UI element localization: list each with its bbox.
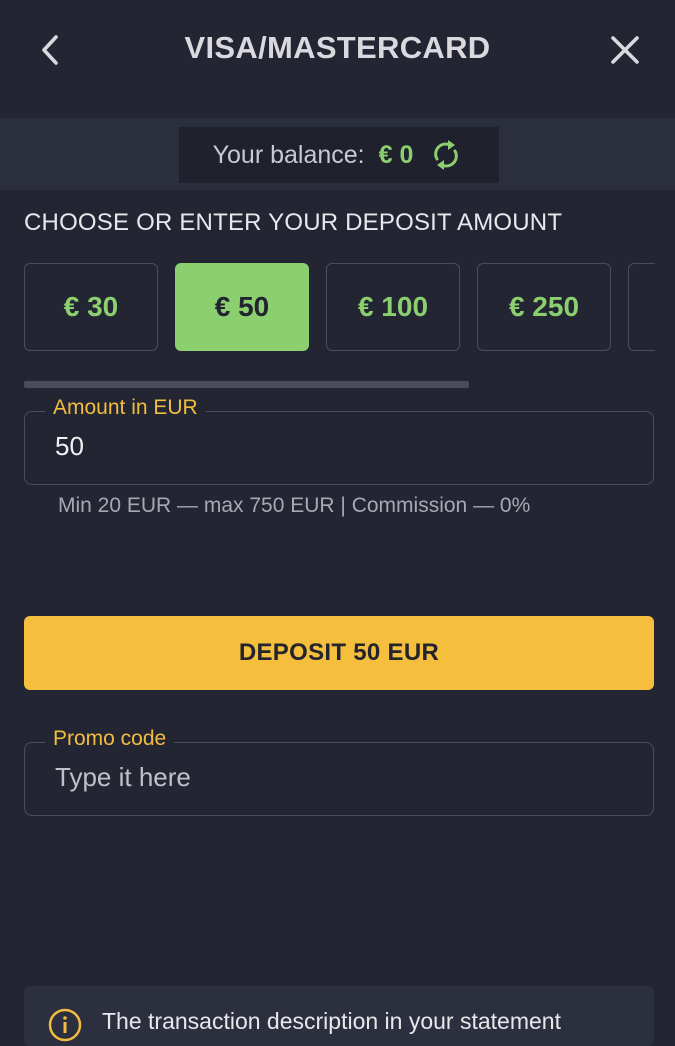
amount-field-label: Amount in EUR	[45, 396, 206, 420]
balance-value: € 0	[378, 140, 414, 169]
amount-hint: Min 20 EUR — max 750 EUR | Commission — …	[58, 494, 531, 517]
header: VISA/MASTERCARD	[0, 0, 675, 118]
amount-chip-30[interactable]: € 30	[24, 263, 158, 351]
amount-field: Amount in EUR	[24, 396, 654, 485]
promo-field: Promo code	[24, 727, 654, 816]
balance-box: Your balance: € 0	[179, 127, 499, 183]
amount-chip-50[interactable]: € 50	[175, 263, 309, 351]
amount-chip-250[interactable]: € 250	[477, 263, 611, 351]
deposit-button[interactable]: DEPOSIT 50 EUR	[24, 616, 654, 690]
amount-input[interactable]	[53, 430, 617, 463]
promo-field-label: Promo code	[45, 727, 175, 751]
close-button[interactable]	[603, 28, 647, 72]
info-icon	[48, 1008, 82, 1042]
notice-text: The transaction description in your stat…	[102, 1008, 561, 1034]
promo-input[interactable]	[53, 761, 617, 794]
page-title: VISA/MASTERCARD	[184, 30, 491, 65]
amount-chips: € 30 € 50 € 100 € 250	[24, 263, 655, 353]
deposit-section-title: CHOOSE OR ENTER YOUR DEPOSIT AMOUNT	[24, 209, 563, 236]
chips-scrollbar[interactable]	[24, 381, 469, 388]
notice-box: The transaction description in your stat…	[24, 986, 654, 1046]
close-icon	[611, 36, 639, 64]
balance-label: Your balance:	[212, 140, 365, 169]
refresh-icon[interactable]	[427, 136, 465, 174]
amount-chip-more[interactable]	[628, 263, 655, 351]
amount-chip-100[interactable]: € 100	[326, 263, 460, 351]
